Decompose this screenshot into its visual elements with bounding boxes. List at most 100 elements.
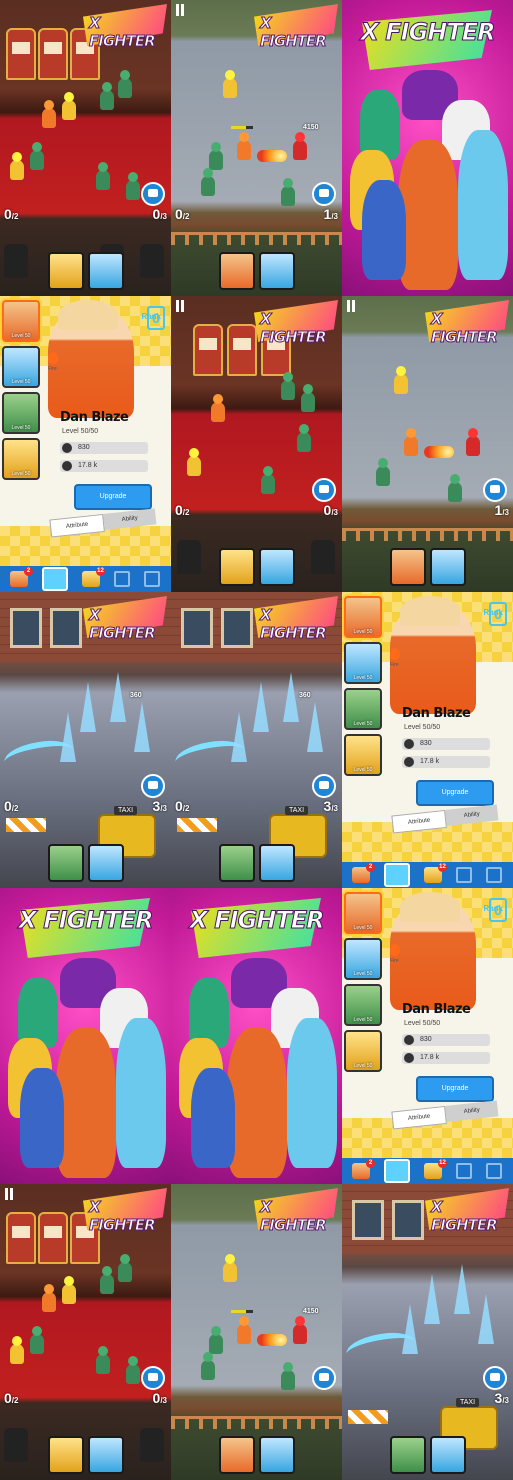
slot-machine bbox=[227, 324, 257, 376]
hero-portrait[interactable] bbox=[218, 1436, 255, 1474]
pause-icon[interactable] bbox=[175, 4, 185, 16]
pause-icon[interactable] bbox=[175, 300, 185, 312]
roster-card[interactable]: Level 50 bbox=[344, 642, 382, 684]
bottom-nav: 2 12 bbox=[342, 862, 513, 888]
hero-portrait[interactable] bbox=[47, 1436, 84, 1474]
hero-fighter bbox=[211, 402, 225, 422]
roster-card[interactable]: Level 50 bbox=[344, 984, 382, 1026]
hero-fighter bbox=[237, 140, 251, 160]
hero-portrait[interactable] bbox=[429, 548, 466, 586]
logo-text: X FIGHTER bbox=[89, 606, 157, 643]
window bbox=[352, 1200, 384, 1240]
auto-battle-icon[interactable] bbox=[141, 774, 165, 798]
fist-icon bbox=[404, 739, 414, 749]
roster-card[interactable]: Level 50 bbox=[2, 300, 40, 342]
heroes-icon[interactable]: 2 bbox=[352, 863, 375, 883]
casino-scene: X FIGHTER 0/2 0/3 bbox=[0, 1184, 171, 1480]
shop-icon[interactable]: 12 bbox=[424, 1159, 447, 1179]
wave-left-value: 0 bbox=[175, 206, 183, 222]
roster-card[interactable]: Level 50 bbox=[344, 734, 382, 776]
zombie-enemy bbox=[281, 1370, 295, 1390]
character-panel-3: Level 50 Level 50 Level 50 Level 50 Rank… bbox=[342, 888, 513, 1184]
hero-fighter bbox=[223, 78, 237, 98]
auto-battle-icon[interactable] bbox=[141, 182, 165, 206]
pause-icon[interactable] bbox=[4, 1188, 14, 1200]
roster-card[interactable]: Level 50 bbox=[344, 892, 382, 934]
casino-battle-3: X FIGHTER 0/2 0/3 bbox=[0, 1184, 171, 1480]
upgrade-button[interactable]: Upgrade bbox=[416, 780, 494, 806]
hero-portraits bbox=[47, 844, 124, 882]
hero-portrait[interactable] bbox=[218, 252, 255, 290]
auto-battle-icon[interactable] bbox=[483, 478, 507, 502]
theater-seat bbox=[311, 540, 335, 574]
lock-icon bbox=[114, 571, 130, 587]
zombie-enemy bbox=[126, 180, 140, 200]
wave-counter-left: 0/2 bbox=[4, 798, 18, 814]
roster-card[interactable]: Level 50 bbox=[344, 596, 382, 638]
hero-portrait[interactable] bbox=[429, 1436, 466, 1474]
heroes-icon[interactable]: 2 bbox=[10, 567, 33, 587]
hero-portrait[interactable] bbox=[87, 844, 124, 882]
zombie-enemy bbox=[30, 1334, 44, 1354]
roster-card[interactable]: Level 50 bbox=[2, 438, 40, 480]
hero-portrait[interactable] bbox=[258, 1436, 295, 1474]
roster-card[interactable]: Level 50 bbox=[2, 346, 40, 388]
hero-portraits bbox=[389, 548, 466, 586]
fire-icon bbox=[390, 944, 400, 956]
hero-portrait[interactable] bbox=[47, 252, 84, 290]
auto-battle-icon[interactable] bbox=[312, 182, 336, 206]
poster-title: X FIGHTER bbox=[18, 906, 154, 935]
hero-portrait[interactable] bbox=[258, 844, 295, 882]
logo-text: X FIGHTER bbox=[260, 1198, 328, 1235]
cards-icon[interactable] bbox=[384, 1159, 410, 1183]
roster-list: Level 50 Level 50 Level 50 Level 50 bbox=[344, 892, 382, 1072]
auto-battle-icon[interactable] bbox=[483, 1366, 507, 1390]
hero-portrait[interactable] bbox=[47, 844, 84, 882]
hero-portrait[interactable] bbox=[87, 252, 124, 290]
roster-level: Level 50 bbox=[353, 971, 373, 977]
hero-portrait[interactable] bbox=[258, 548, 295, 586]
hero-portrait[interactable] bbox=[218, 548, 255, 586]
tab-ability[interactable]: Ability bbox=[445, 1100, 499, 1122]
hp-value: 17.8 k bbox=[420, 1054, 440, 1061]
auto-battle-icon[interactable] bbox=[141, 1366, 165, 1390]
roster-level: Level 50 bbox=[353, 629, 373, 635]
tab-ability[interactable]: Ability bbox=[445, 804, 499, 826]
fence bbox=[342, 528, 513, 541]
hero-portrait[interactable] bbox=[389, 548, 426, 586]
badge: 2 bbox=[24, 567, 33, 576]
roster-card[interactable]: Level 50 bbox=[344, 688, 382, 730]
tab-ability[interactable]: Ability bbox=[103, 508, 157, 530]
auto-battle-icon[interactable] bbox=[312, 478, 336, 502]
cards-icon[interactable] bbox=[384, 863, 410, 887]
wave-right-total: /3 bbox=[331, 804, 338, 813]
wave-right-total: /3 bbox=[160, 804, 167, 813]
hero-portrait[interactable] bbox=[87, 1436, 124, 1474]
heroes-icon[interactable]: 2 bbox=[352, 1159, 375, 1179]
shop-icon[interactable]: 12 bbox=[424, 863, 447, 883]
pause-icon[interactable] bbox=[346, 300, 356, 312]
hero-portrait[interactable] bbox=[389, 1436, 426, 1474]
casino-scene: X FIGHTER 0/2 0/3 bbox=[171, 296, 342, 592]
wave-counter-right: 1/3 bbox=[324, 206, 338, 222]
roster-card[interactable]: Level 50 bbox=[2, 392, 40, 434]
damage-number: 360 bbox=[130, 692, 142, 699]
wave-counter-right: 0/3 bbox=[153, 206, 167, 222]
hero-portrait[interactable] bbox=[258, 252, 295, 290]
poster: X FIGHTER bbox=[171, 888, 342, 1184]
wave-right-total: /3 bbox=[160, 212, 167, 221]
game-logo: X FIGHTER bbox=[425, 300, 509, 347]
upgrade-button[interactable]: Upgrade bbox=[74, 484, 152, 510]
cards-icon[interactable] bbox=[42, 567, 68, 591]
roster-card[interactable]: Level 50 bbox=[344, 1030, 382, 1072]
hero-portrait[interactable] bbox=[218, 844, 255, 882]
taxi-label: TAXI bbox=[114, 806, 138, 815]
auto-battle-icon[interactable] bbox=[312, 1366, 336, 1390]
shop-icon[interactable]: 12 bbox=[82, 567, 105, 587]
auto-battle-icon[interactable] bbox=[312, 774, 336, 798]
wave-right-total: /3 bbox=[331, 508, 338, 517]
roster-card[interactable]: Level 50 bbox=[344, 938, 382, 980]
dan-blaze-character bbox=[56, 1028, 116, 1178]
upgrade-button[interactable]: Upgrade bbox=[416, 1076, 494, 1102]
window bbox=[181, 608, 213, 648]
